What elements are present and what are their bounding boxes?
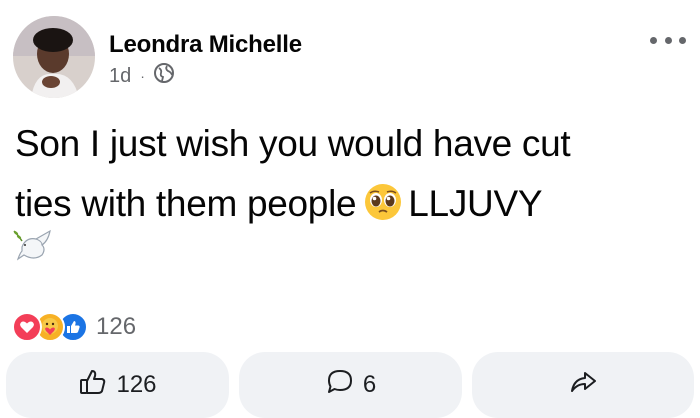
post-text-tag: LLJUVY — [408, 183, 543, 224]
like-button[interactable]: 126 — [6, 352, 229, 418]
reaction-count[interactable]: 126 — [96, 313, 136, 341]
thumbs-up-icon — [78, 367, 108, 404]
avatar[interactable] — [13, 16, 95, 98]
post-text-line-1: Son I just wish you would have cut — [15, 123, 571, 164]
share-arrow-icon — [568, 367, 598, 404]
dove-emoji — [12, 225, 56, 269]
love-icon — [12, 312, 42, 342]
comment-icon — [325, 367, 355, 404]
pleading-face-emoji — [364, 179, 402, 220]
post-text: Son I just wish you would have cut ties … — [15, 114, 695, 234]
globe-icon — [153, 62, 175, 90]
comment-count: 6 — [362, 371, 377, 398]
meta-separator: · — [140, 68, 145, 84]
more-options-icon[interactable] — [650, 33, 686, 47]
post-text-line-2: ties with them people LLJUVY — [15, 174, 695, 234]
share-button[interactable] — [472, 352, 694, 418]
like-count: 126 — [116, 371, 157, 398]
reaction-summary[interactable]: 126 — [12, 312, 136, 342]
author-name[interactable]: Leondra Michelle — [109, 31, 302, 59]
post-meta: 1d · — [109, 62, 175, 90]
post-text-segment: ties with them people — [15, 183, 357, 224]
comment-button[interactable]: 6 — [239, 352, 462, 418]
post-time[interactable]: 1d — [109, 65, 131, 88]
